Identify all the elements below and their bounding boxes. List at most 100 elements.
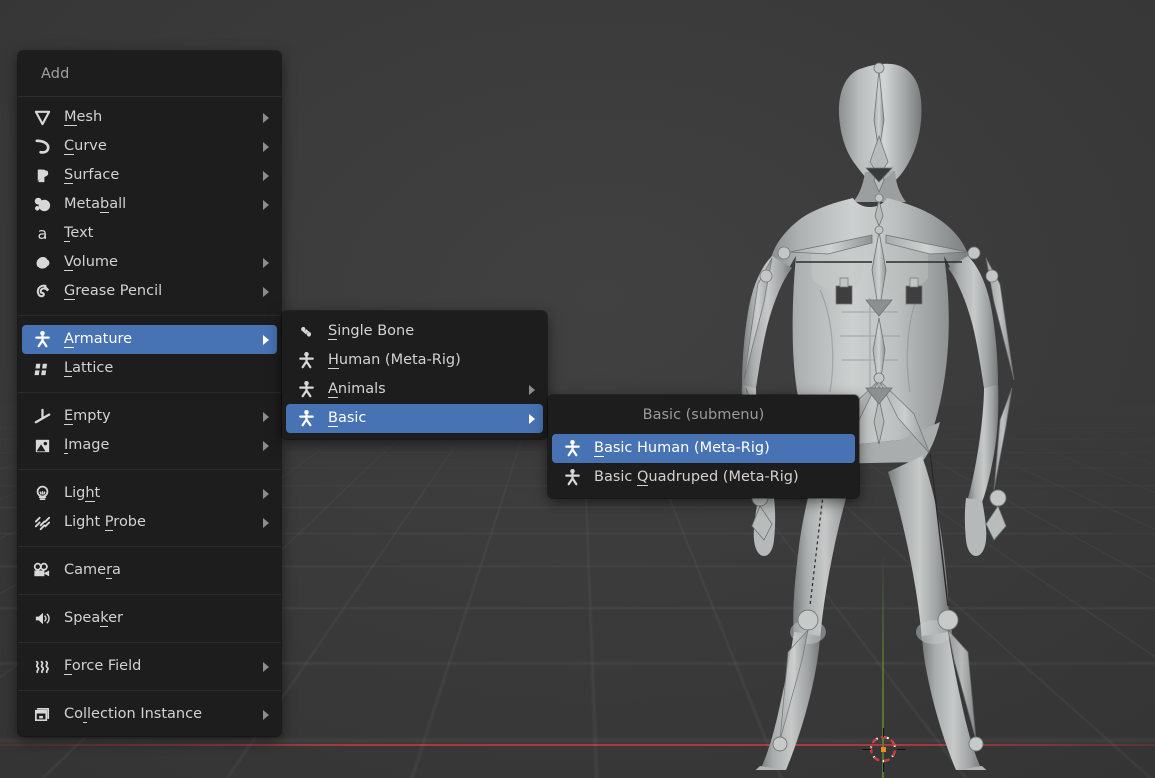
add-item-speaker[interactable]: Speaker [22, 604, 277, 633]
armature-icon [295, 409, 317, 429]
basic-item-basic-human-meta-rig[interactable]: Basic Human (Meta-Rig) [552, 434, 855, 463]
menu-item-label: Light [64, 485, 101, 503]
armature-submenu-panel[interactable]: Single Bone Human (Meta-Rig) Animals Basic [282, 311, 547, 439]
menu-group-spacer [18, 585, 281, 594]
submenu-arrow-icon [529, 384, 535, 395]
speaker-icon [31, 609, 53, 629]
add-item-empty[interactable]: Empty [22, 402, 277, 431]
menu-item-label: Force Field [64, 658, 142, 676]
basic-submenu-items: Basic Human (Meta-Rig) Basic Quadruped (M… [548, 434, 859, 492]
add-item-curve[interactable]: Curve [22, 132, 277, 161]
surface-icon [31, 166, 53, 186]
add-item-armature[interactable]: Armature [22, 325, 277, 354]
add-item-image[interactable]: Image [22, 431, 277, 460]
hand-right [964, 498, 987, 556]
add-item-volume[interactable]: Volume [22, 248, 277, 277]
submenu-arrow-icon [529, 413, 535, 424]
armature-icon [561, 439, 583, 459]
add-menu-title: Add [41, 66, 70, 82]
submenu-arrow-icon [263, 112, 269, 123]
svg-text:a: a [37, 224, 47, 243]
grease-pencil-icon [31, 282, 53, 302]
add-item-camera[interactable]: Camera [22, 556, 277, 585]
basic-item-basic-quadruped-meta-rig[interactable]: Basic Quadruped (Meta-Rig) [552, 463, 855, 492]
add-menu-panel[interactable]: Add Mesh Curve Surface Metaball a Text Volume G… [18, 51, 281, 736]
add-item-surface[interactable]: Surface [22, 161, 277, 190]
add-item-metaball[interactable]: Metaball [22, 190, 277, 219]
add-item-text[interactable]: a Text [22, 219, 277, 248]
add-item-light-probe[interactable]: Light Probe [22, 508, 277, 537]
menu-group-spacer [18, 547, 281, 556]
curve-icon [31, 137, 53, 157]
menu-item-label: Volume [64, 254, 118, 272]
menu-item-label: Curve [64, 138, 107, 156]
image-icon [31, 436, 53, 456]
forearm-right [968, 384, 999, 502]
single-bone-icon [295, 322, 317, 342]
armature-item-single-bone[interactable]: Single Bone [286, 317, 543, 346]
submenu-arrow-icon [263, 286, 269, 297]
armature-icon [561, 468, 583, 488]
menu-group-spacer [18, 470, 281, 479]
lattice-icon [31, 359, 53, 379]
menu-item-label: Armature [64, 331, 133, 349]
armature-item-human-meta-rig[interactable]: Human (Meta-Rig) [286, 346, 543, 375]
submenu-arrow-icon [263, 170, 269, 181]
menu-group-spacer [18, 691, 281, 700]
menu-group-spacer [18, 383, 281, 392]
add-item-light[interactable]: Light [22, 479, 277, 508]
armature-submenu-items: Single Bone Human (Meta-Rig) Animals Basic [282, 317, 547, 433]
menu-group-spacer [18, 595, 281, 604]
menu-item-label: Collection Instance [64, 706, 203, 724]
add-item-lattice[interactable]: Lattice [22, 354, 277, 383]
menu-item-label: Basic Quadruped (Meta-Rig) [594, 469, 799, 487]
add-item-grease-pencil[interactable]: Grease Pencil [22, 277, 277, 306]
basic-submenu-panel[interactable]: Basic (submenu) Basic Human (Meta-Rig) Ba… [548, 395, 859, 498]
menu-item-label: Text [64, 225, 94, 243]
menu-group-spacer [18, 681, 281, 690]
armature-icon [31, 330, 53, 350]
thigh-right [888, 456, 949, 640]
menu-item-label: Mesh [64, 109, 103, 127]
collection-instance-icon [31, 705, 53, 725]
submenu-arrow-icon [263, 334, 269, 345]
metaball-icon [31, 195, 53, 215]
menu-item-label: Camera [64, 562, 121, 580]
armature-item-animals[interactable]: Animals [286, 375, 543, 404]
menu-item-label: Light Probe [64, 514, 146, 532]
menu-group-spacer [18, 460, 281, 469]
menu-item-label: Surface [64, 167, 120, 185]
camera-icon [31, 561, 53, 581]
menu-item-label: Lattice [64, 360, 114, 378]
menu-item-label: Single Bone [328, 323, 415, 341]
menu-group-spacer [18, 633, 281, 642]
menu-bottom-spacer [18, 729, 281, 736]
menu-item-label: Basic Human (Meta-Rig) [594, 440, 770, 458]
menu-group-spacer [18, 537, 281, 546]
menu-item-label: Empty [64, 408, 111, 426]
menu-group-spacer [18, 306, 281, 315]
menu-item-label: Human (Meta-Rig) [328, 352, 461, 370]
menu-item-label: Image [64, 437, 110, 455]
submenu-arrow-icon [263, 440, 269, 451]
menu-group-spacer [18, 643, 281, 652]
submenu-arrow-icon [263, 141, 269, 152]
menu-item-label: Basic [328, 410, 367, 428]
submenu-arrow-icon [263, 661, 269, 672]
submenu-arrow-icon [263, 257, 269, 268]
menu-item-label: Speaker [64, 610, 123, 628]
add-item-collection-instance[interactable]: Collection Instance [22, 700, 277, 729]
submenu-arrow-icon [263, 411, 269, 422]
empty-icon [31, 407, 53, 427]
volume-icon [31, 253, 53, 273]
mesh-icon [31, 108, 53, 128]
add-item-mesh[interactable]: Mesh [22, 103, 277, 132]
light-probe-icon [31, 513, 53, 533]
menu-group-spacer [18, 393, 281, 402]
add-menu-items: Mesh Curve Surface Metaball a Text Volume Greas… [18, 97, 281, 736]
add-item-force-field[interactable]: Force Field [22, 652, 277, 681]
armature-item-basic[interactable]: Basic [286, 404, 543, 433]
menu-item-label: Metaball [64, 196, 127, 214]
submenu-arrow-icon [263, 199, 269, 210]
menu-item-label: Animals [328, 381, 386, 399]
